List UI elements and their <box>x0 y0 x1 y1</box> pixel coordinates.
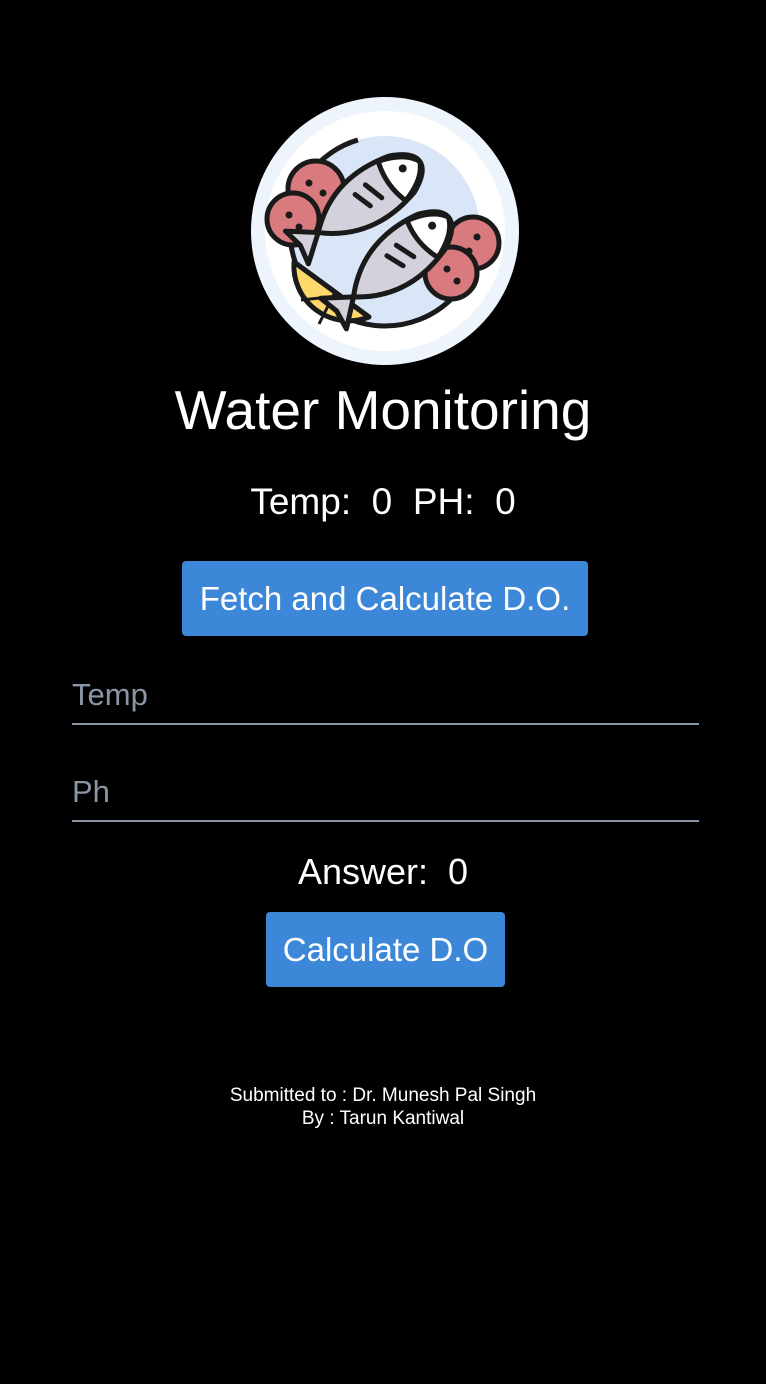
submitted-to-text: Submitted to : Dr. Munesh Pal Singh <box>229 1085 537 1106</box>
ph-input[interactable] <box>72 764 699 822</box>
temp-value: 0 <box>371 481 393 522</box>
sensor-readings: Temp: 0 PH: 0 <box>0 478 766 526</box>
ph-value: 0 <box>495 481 516 522</box>
fish-plate-icon <box>251 97 519 365</box>
temp-input[interactable] <box>72 667 699 725</box>
page-title: Water Monitoring <box>174 379 592 441</box>
temp-label: Temp: <box>250 481 352 522</box>
answer-label: Answer: <box>297 851 428 892</box>
answer-value: 0 <box>448 851 469 892</box>
calculate-do-button[interactable]: Calculate D.O <box>266 912 505 987</box>
author-text: By : Tarun Kantiwal <box>301 1108 465 1129</box>
app-screen: Water Monitoring Temp: 0 PH: 0 Fetch and… <box>0 0 766 1384</box>
footer-credits: Submitted to : Dr. Munesh Pal Singh By :… <box>0 1084 766 1130</box>
answer-display: Answer: 0 <box>0 849 766 895</box>
ph-label: PH: <box>412 481 475 522</box>
fetch-and-calculate-button[interactable]: Fetch and Calculate D.O. <box>182 561 588 636</box>
